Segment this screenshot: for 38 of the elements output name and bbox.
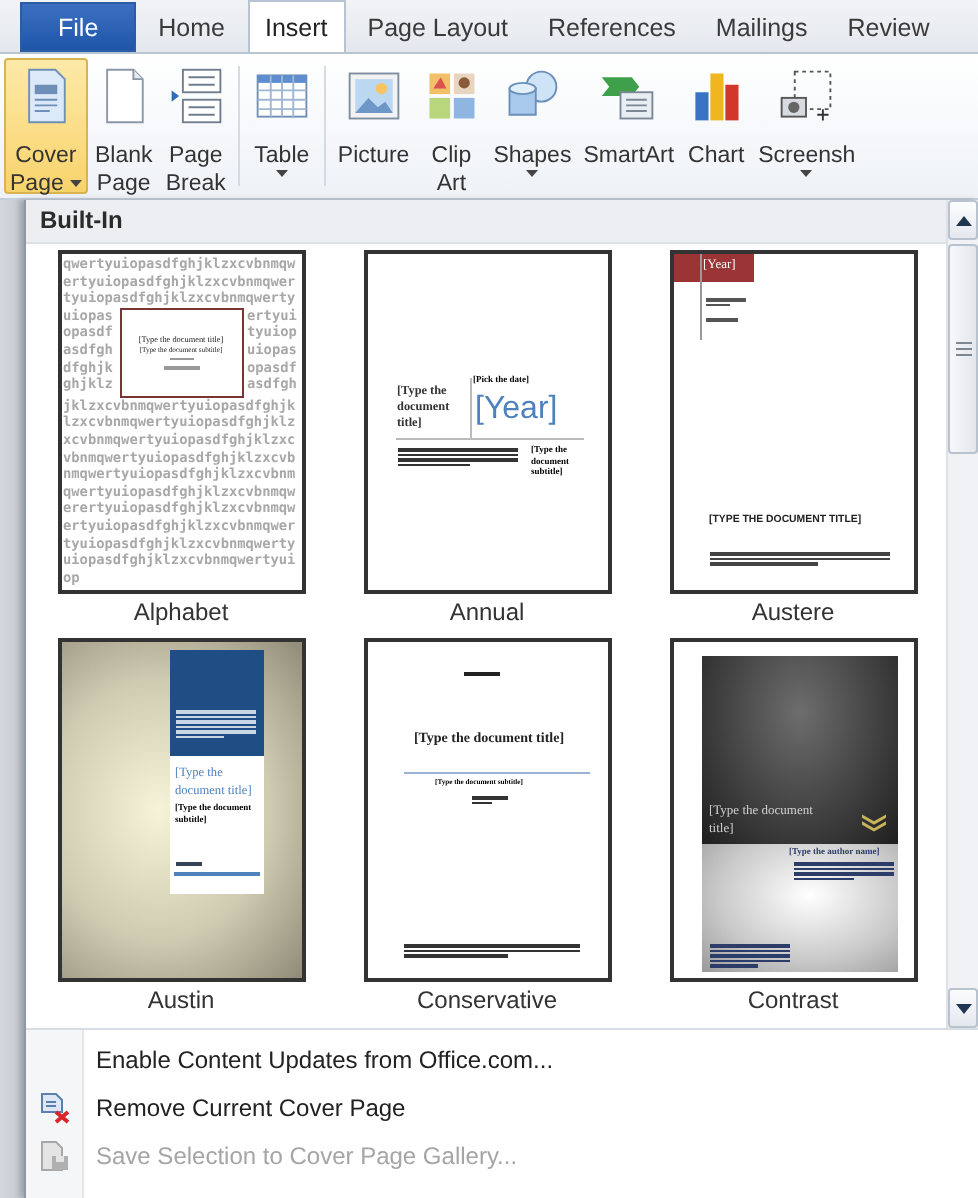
menu-item[interactable]: Enable Content Updates from Office.com... [96,1040,554,1080]
ribbon-button[interactable]: Blank Page [87,58,160,194]
thumbnail-label: Annual [449,598,525,628]
ribbon-button[interactable]: Table [245,58,318,194]
scrollbar[interactable] [946,200,978,1028]
ribbon-tab[interactable]: References [529,2,694,52]
section-heading: Built-In [26,200,946,244]
file-tab[interactable]: File [20,2,137,52]
remove-page-icon [38,1092,70,1124]
ribbon-tab[interactable]: Review [829,2,948,52]
ribbon-button[interactable]: Picture [331,58,416,194]
menu-item[interactable]: Remove Current Cover Page [96,1088,406,1128]
year-text: [Year] [475,392,558,428]
scroll-up-button[interactable] [948,200,978,240]
ribbon-tab[interactable]: Page Layout [349,2,526,52]
thumbnail-label: Austere [751,598,835,628]
thumbnail-label: Austin [147,986,215,1016]
thumbnail-label: Alphabet [133,598,229,628]
save-page-icon [38,1140,70,1172]
ribbon-button[interactable]: SmartArt [577,58,681,194]
scroll-down-button[interactable] [948,988,978,1028]
ribbon-tab[interactable]: Home [140,2,243,52]
down-arrow-icon [955,1003,971,1013]
thumbnail-label: Conservative [416,986,558,1016]
cover-page-thumbnail[interactable] [57,250,305,594]
up-arrow-icon [955,215,971,225]
chevron-icon [861,814,885,832]
ribbon-button[interactable]: Shapes [487,58,578,194]
ribbon-tab[interactable]: Insert [247,0,346,52]
screenshot-icon [776,66,837,126]
scroll-thumb[interactable] [948,244,978,454]
thumbnail-label: Contrast [747,986,839,1016]
ribbon-button[interactable]: Chart [680,58,753,194]
ribbon-tab[interactable]: Mailings [697,2,826,52]
ribbon-button[interactable]: Clip Art [415,58,488,194]
ribbon-button[interactable]: Cover Page [4,58,88,194]
ribbon-button[interactable]: Page Break [159,58,232,194]
ribbon-button[interactable]: Screensh [752,58,862,194]
